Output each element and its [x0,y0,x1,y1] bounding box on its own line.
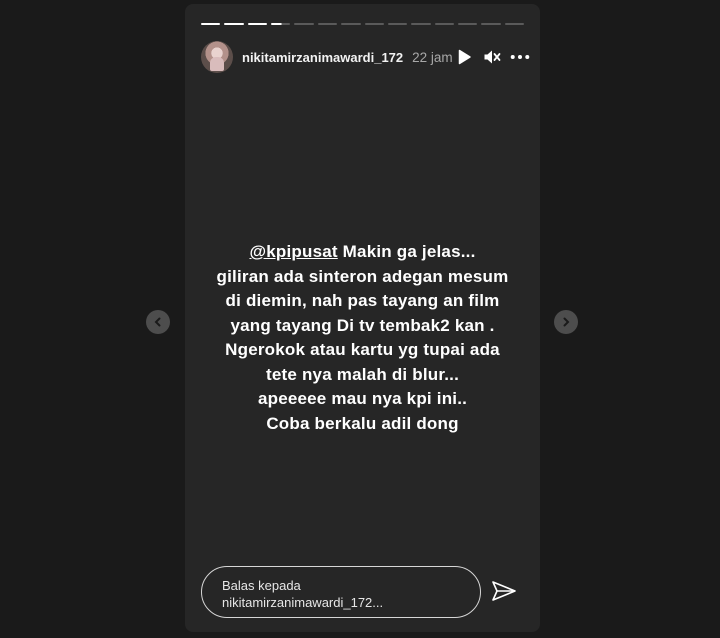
more-options-icon [510,55,530,59]
progress-segment [201,23,221,25]
progress-segment-current [271,23,291,25]
progress-segment [411,23,431,25]
progress-segment [317,23,338,25]
progress-segment [434,23,454,25]
story-controls [454,47,530,67]
progress-segment [457,23,478,25]
progress-segment [504,23,525,25]
play-button[interactable] [454,47,474,67]
play-icon [458,49,471,65]
story-text-line: Ngerokok atau kartu yg tupai ada [225,340,500,359]
story-viewer[interactable]: nikitamirzanimawardi_172 22 jam @kpipusa… [185,4,540,632]
progress-segment [387,23,408,25]
reply-input[interactable]: Balas kepada nikitamirzanimawardi_172... [201,566,481,618]
mute-button[interactable] [482,47,502,67]
post-time: 22 jam [412,49,453,65]
story-text-line: giliran ada sinteron adegan mesum [216,266,509,286]
progress-segment [481,23,501,25]
story-text-line: @kpipusat Makin ga jelas... [249,242,476,261]
send-button[interactable] [490,578,518,606]
story-progress-bar [201,23,525,25]
chevron-right-icon [563,317,570,327]
username-link[interactable]: nikitamirzanimawardi_172 [242,50,403,65]
reply-placeholder-line1: Balas kepada [222,578,301,593]
avatar[interactable] [201,41,233,73]
story-text-line: tete nya malah di blur... [266,364,459,384]
more-options-button[interactable] [510,47,530,67]
mention-link[interactable]: @kpipusat [249,242,337,261]
story-header: nikitamirzanimawardi_172 22 jam [201,38,530,76]
story-text-line: yang tayang Di tv tembak2 kan . [230,315,495,335]
progress-segment [247,23,268,25]
chevron-left-icon [154,317,161,327]
next-story-button[interactable] [554,310,578,334]
story-text-line: Coba berkalu adil dong [266,413,459,433]
story-text-line: di diemin, nah pas tayang an film [225,291,500,310]
progress-segment [294,23,314,25]
previous-story-button[interactable] [146,310,170,334]
paper-plane-icon [492,581,516,601]
story-text-line: apeeeee mau nya kpi ini.. [257,389,468,408]
story-text: @kpipusat Makin ga jelas... giliran ada … [185,240,540,436]
progress-segment [224,23,244,25]
progress-segment [364,23,384,25]
progress-segment [341,23,361,25]
reply-placeholder-line2: nikitamirzanimawardi_172... [222,595,384,610]
speaker-muted-icon [484,50,501,64]
